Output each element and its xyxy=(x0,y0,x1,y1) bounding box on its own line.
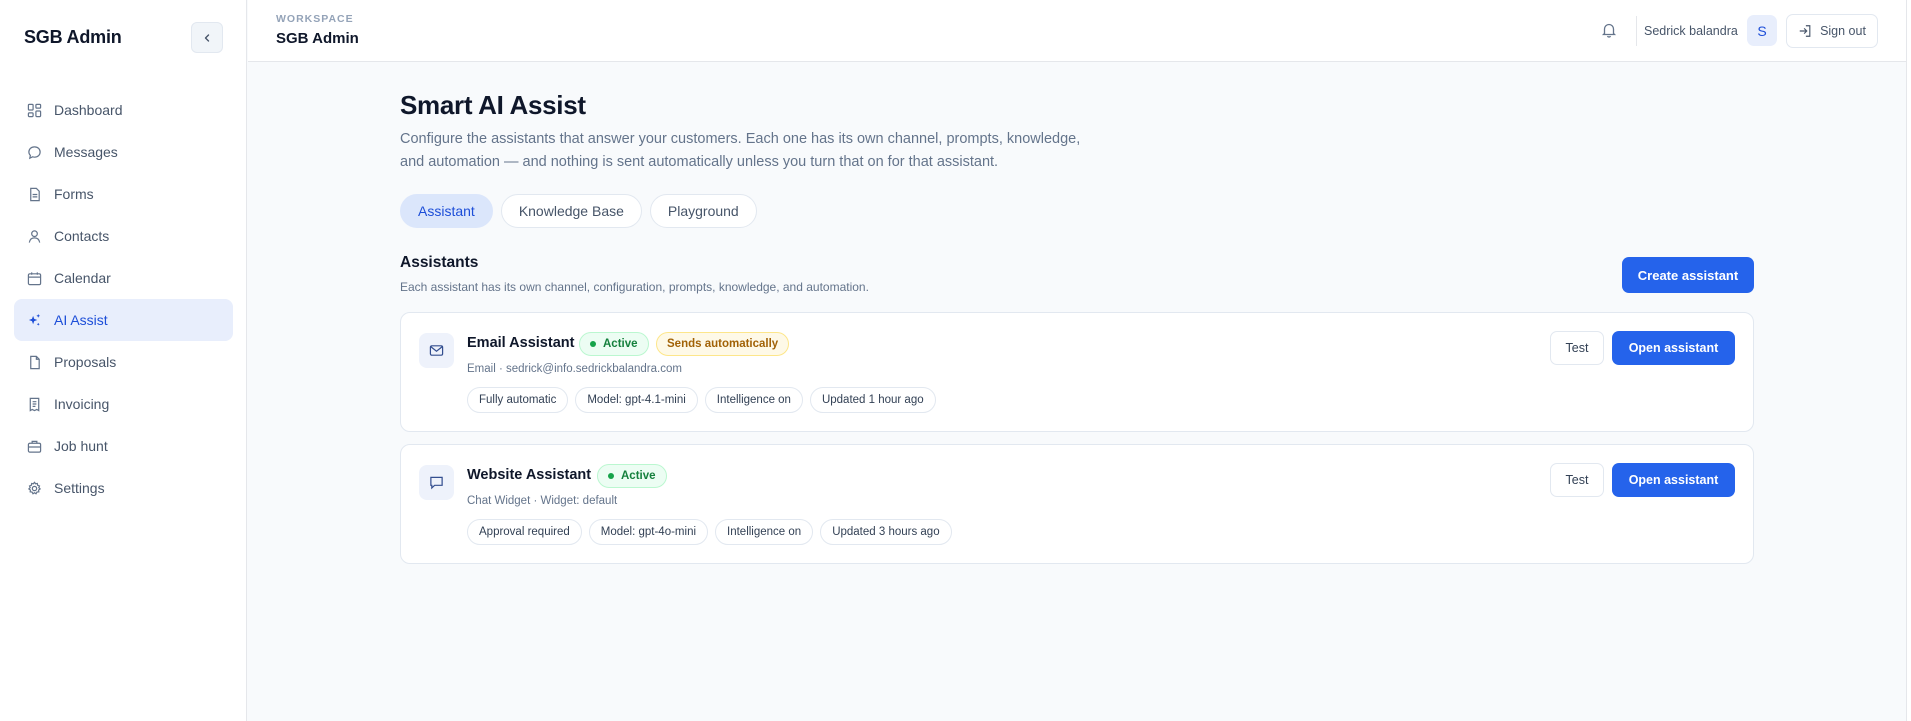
test-button[interactable]: Test xyxy=(1550,331,1604,365)
sidebar-item-label: Calendar xyxy=(54,270,111,286)
status-badge: Active xyxy=(579,332,649,356)
sidebar-item-invoicing[interactable]: Invoicing xyxy=(14,383,233,425)
chip-intelligence: Intelligence on xyxy=(704,387,803,413)
sidebar-item-dashboard[interactable]: Dashboard xyxy=(14,89,233,131)
assistant-meta: Email · sedrick@info.sedrickbalandra.com xyxy=(467,363,682,375)
user-name: Sedrick balandra xyxy=(1644,24,1738,38)
document-icon xyxy=(26,186,42,202)
notifications-button[interactable] xyxy=(1600,21,1618,39)
section-title: Assistants xyxy=(400,254,479,271)
assistant-name: Email Assistant xyxy=(467,335,575,351)
gear-icon xyxy=(26,480,42,496)
tab-knowledge-base[interactable]: Knowledge Base xyxy=(500,194,642,228)
assistant-name: Website Assistant xyxy=(467,467,592,483)
collapse-sidebar-button[interactable] xyxy=(191,22,223,53)
status-badge: Active xyxy=(597,464,667,488)
sidebar-item-proposals[interactable]: Proposals xyxy=(14,341,233,383)
scrollbar[interactable] xyxy=(1906,0,1911,721)
assistant-card-website: Website Assistant Active Chat Widget · W… xyxy=(400,444,1754,564)
chip-automation: Approval required xyxy=(467,519,582,545)
sidebar-item-messages[interactable]: Messages xyxy=(14,131,233,173)
sign-out-label: Sign out xyxy=(1820,24,1866,38)
status-label: Active xyxy=(621,470,656,482)
sidebar-item-forms[interactable]: Forms xyxy=(14,173,233,215)
chip-intelligence: Intelligence on xyxy=(715,519,814,545)
sidebar-item-label: Messages xyxy=(54,144,118,160)
dashboard-icon xyxy=(26,102,42,118)
sidebar-item-label: Contacts xyxy=(54,228,110,244)
chip-updated: Updated 3 hours ago xyxy=(820,519,952,545)
top-bar: WORKSPACE SGB Admin Sedrick balandra S S… xyxy=(248,0,1911,62)
brand-title: SGB Admin xyxy=(24,27,122,47)
avatar[interactable]: S xyxy=(1747,15,1777,46)
sign-out-button[interactable]: Sign out xyxy=(1786,14,1878,48)
chip-model: Model: gpt-4o-mini xyxy=(588,519,709,545)
message-bubble-icon xyxy=(26,144,42,160)
sidebar: SGB Admin Dashboard Messages Forms Conta… xyxy=(0,0,247,721)
sidebar-item-label: Proposals xyxy=(54,354,117,370)
briefcase-icon xyxy=(26,438,42,454)
assistant-meta: Chat Widget · Widget: default xyxy=(467,495,618,507)
calendar-icon xyxy=(26,270,42,286)
tab-playground[interactable]: Playground xyxy=(649,194,757,228)
header-divider xyxy=(1636,16,1637,46)
sidebar-item-settings[interactable]: Settings xyxy=(14,467,233,509)
sidebar-item-contacts[interactable]: Contacts xyxy=(14,215,233,257)
workspace-label: WORKSPACE xyxy=(276,13,354,25)
sends-automatically-badge: Sends automatically xyxy=(656,332,790,356)
sidebar-item-calendar[interactable]: Calendar xyxy=(14,257,233,299)
sidebar-item-label: Forms xyxy=(54,186,94,202)
assistant-card-email: Email Assistant Active Sends automatical… xyxy=(400,312,1754,432)
assistant-icon-box xyxy=(419,465,454,500)
test-button[interactable]: Test xyxy=(1550,463,1604,497)
sidebar-item-ai-assist[interactable]: AI Assist xyxy=(14,299,233,341)
assistant-chips: Fully automatic Model: gpt-4.1-mini Inte… xyxy=(467,387,943,413)
chevron-left-icon xyxy=(204,33,210,42)
assistant-chips: Approval required Model: gpt-4o-mini Int… xyxy=(467,519,959,545)
user-icon xyxy=(26,228,42,244)
bell-icon xyxy=(1601,23,1617,38)
page-description: Configure the assistants that answer you… xyxy=(400,131,1081,170)
open-assistant-button[interactable]: Open assistant xyxy=(1612,331,1735,365)
sign-out-icon xyxy=(1799,25,1811,37)
sidebar-item-job-hunt[interactable]: Job hunt xyxy=(14,425,233,467)
section-subtitle: Each assistant has its own channel, conf… xyxy=(400,280,869,294)
sidebar-item-label: Settings xyxy=(54,480,105,496)
sidebar-nav: Dashboard Messages Forms Contacts Calend… xyxy=(14,89,233,509)
sidebar-item-label: Dashboard xyxy=(54,102,123,118)
create-assistant-button[interactable]: Create assistant xyxy=(1622,257,1754,293)
sidebar-item-label: Invoicing xyxy=(54,396,110,412)
chat-icon xyxy=(430,476,443,490)
status-dot xyxy=(590,341,596,347)
chip-model: Model: gpt-4.1-mini xyxy=(575,387,698,413)
status-dot xyxy=(608,473,614,479)
sparkle-icon xyxy=(26,312,42,328)
file-icon xyxy=(26,354,42,370)
tab-assistant[interactable]: Assistant xyxy=(400,194,493,228)
chip-automation: Fully automatic xyxy=(467,387,569,413)
chip-updated: Updated 1 hour ago xyxy=(809,387,936,413)
open-assistant-button[interactable]: Open assistant xyxy=(1612,463,1735,497)
tab-bar: Assistant Knowledge Base Playground xyxy=(400,194,765,228)
assistant-icon-box xyxy=(419,333,454,368)
mail-icon xyxy=(429,345,444,356)
sidebar-item-label: Job hunt xyxy=(54,438,108,454)
workspace-name: SGB Admin xyxy=(276,30,359,47)
receipt-icon xyxy=(26,396,42,412)
page-title: Smart AI Assist xyxy=(400,90,586,120)
sidebar-item-label: AI Assist xyxy=(54,312,108,328)
status-label: Active xyxy=(603,338,638,350)
